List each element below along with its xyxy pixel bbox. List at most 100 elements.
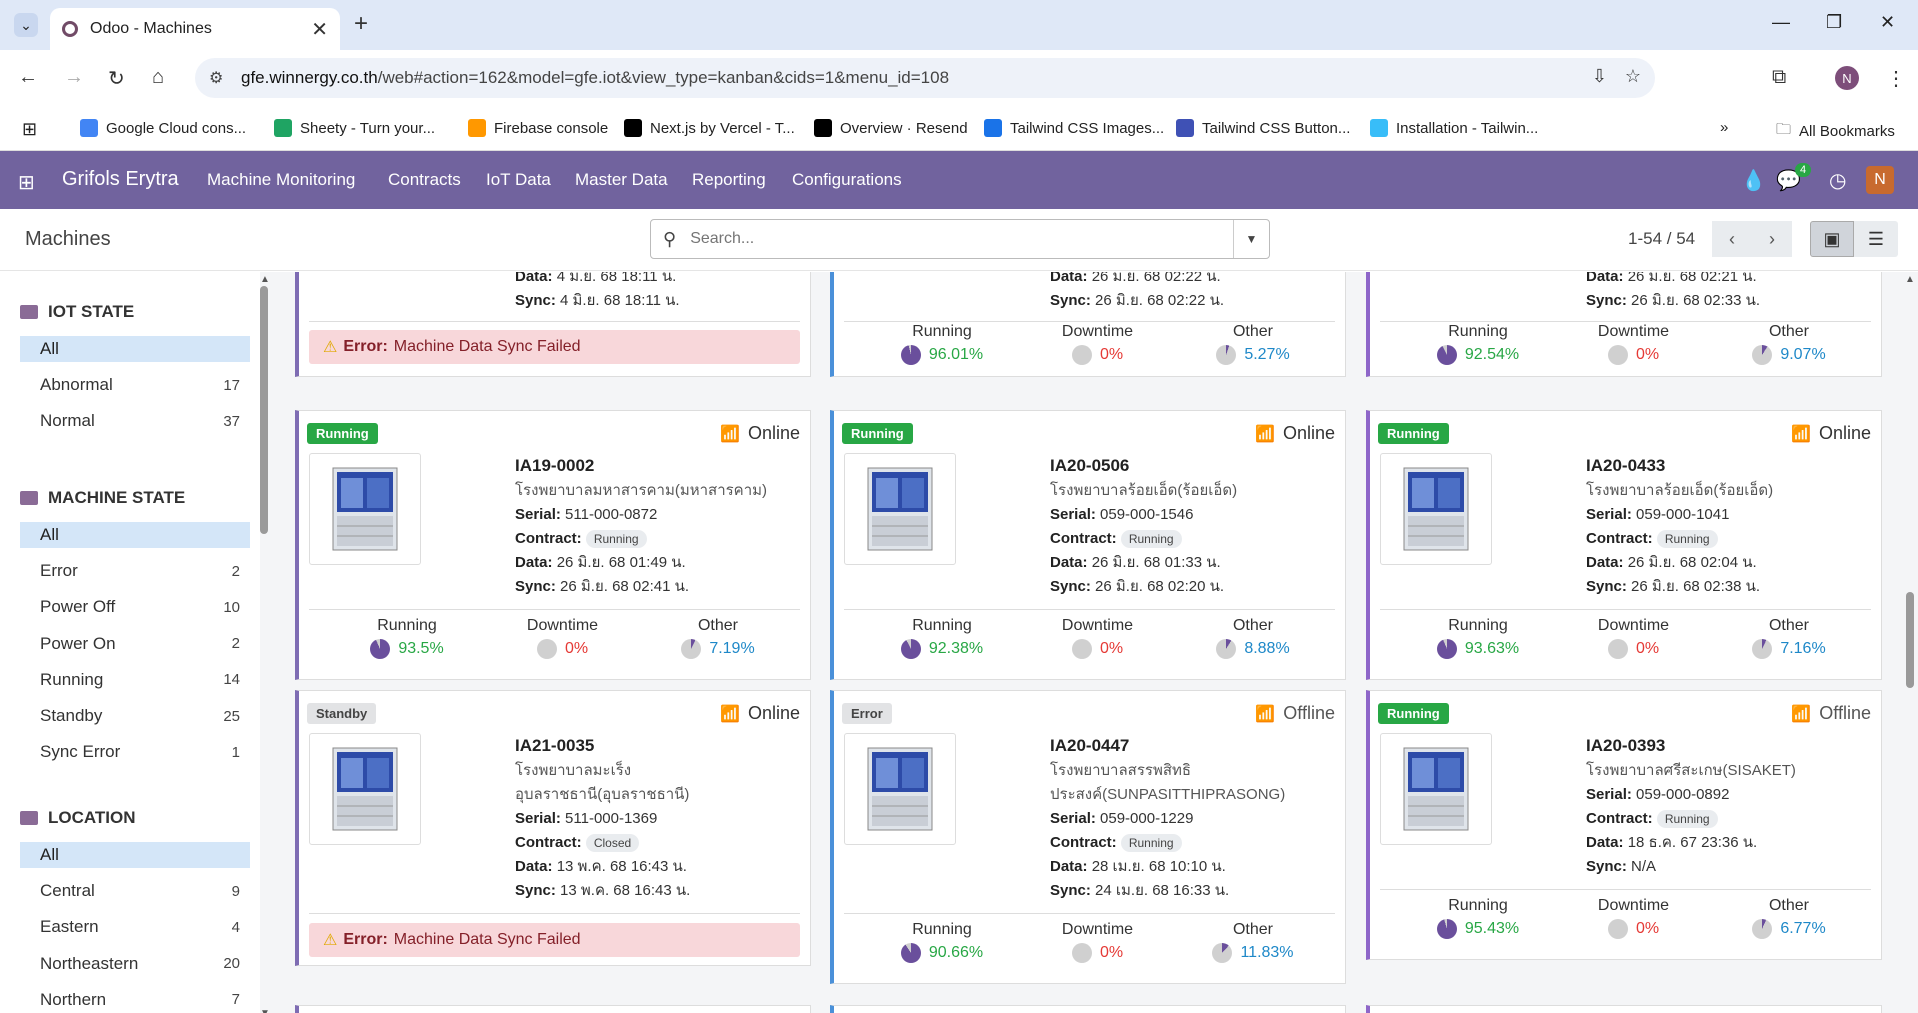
stat-label: Running [912,323,972,340]
menu-iot-data[interactable]: IoT Data [486,170,551,190]
data-label: Data: [1050,272,1088,285]
install-app-icon[interactable]: ⇩ [1592,66,1607,87]
filter-item[interactable]: Power Off 10 [20,594,250,620]
serial-row: Serial: 059-000-1041 [1586,503,1876,527]
menu-machine-monitoring[interactable]: Machine Monitoring [207,170,355,190]
restore-icon[interactable]: ❐ [1826,12,1842,33]
more-bookmarks-icon[interactable]: » [1720,119,1728,136]
scroll-up-icon[interactable]: ▲ [260,274,270,285]
machine-card[interactable]: Running 📶 Online IA20-0506 โรงพยาบาลร้อยเอ็ด… [830,410,1346,680]
filter-item[interactable]: Error 2 [20,558,250,584]
stat-other: Other 7.16% [1719,617,1859,659]
filter-item[interactable]: Eastern 4 [20,914,250,940]
home-icon[interactable]: ⌂ [152,66,164,89]
machine-card[interactable]: Data: 26 มิ.ย. 68 02:21 น. Sync: 26 มิ.ย.… [1366,272,1882,377]
filter-item[interactable]: Northeastern 20 [20,951,250,977]
search-options-toggle-icon[interactable]: ▼ [1233,220,1269,258]
browser-menu-icon[interactable]: ⋮ [1886,66,1906,91]
brand-name[interactable]: Grifols Erytra [62,168,179,191]
url-field[interactable]: ⚙ gfe.winnergy.co.th/web#action=162&mode… [195,58,1655,98]
stat-downtime: Downtime 0% [1028,323,1168,365]
menu-contracts[interactable]: Contracts [388,170,461,190]
apps-grid-icon[interactable]: ⊞ [22,119,37,140]
menu-master-data[interactable]: Master Data [575,170,668,190]
filter-item[interactable]: Central 9 [20,878,250,904]
menu-configurations[interactable]: Configurations [792,170,902,190]
bookmark-item[interactable]: Installation - Tailwin... [1370,119,1538,137]
user-avatar[interactable]: N [1866,166,1894,194]
sidebar-scroll-thumb[interactable] [260,286,268,534]
drop-icon[interactable]: 💧 [1741,168,1766,193]
new-tab-icon[interactable]: + [354,10,368,38]
app-menu-icon[interactable]: ⊞ [18,170,35,195]
bookmark-item[interactable]: Tailwind CSS Images... [984,119,1164,137]
bookmark-favicon-icon [1176,119,1194,137]
forward-icon[interactable]: → [64,66,84,89]
filter-item[interactable]: Sync Error 1 [20,739,250,765]
bookmark-item[interactable]: Firebase console [468,119,608,137]
machine-card[interactable] [295,1005,811,1013]
bookmark-favicon-icon [80,119,98,137]
machine-card[interactable]: Data: 4 มิ.ย. 68 18:11 น. Sync: 4 มิ.ย. 6… [295,272,811,377]
browser-tab[interactable]: Odoo - Machines ✕ [50,8,340,50]
filter-item[interactable]: Northern 7 [20,987,250,1013]
sync-row: Sync: 13 พ.ค. 68 16:43 น. [515,879,805,903]
filter-item[interactable]: All [20,842,250,868]
machine-card[interactable] [830,1005,1346,1013]
close-window-icon[interactable]: ✕ [1880,12,1895,33]
machine-card[interactable]: Standby 📶 Online IA21-0035 โรงพยาบาลมะเร็งอุ… [295,690,811,966]
list-view-icon[interactable]: ☰ [1854,221,1898,257]
activity-clock-icon[interactable]: ◷ [1829,168,1846,193]
menu-reporting[interactable]: Reporting [692,170,766,190]
stat-downtime: Downtime 0% [1564,617,1704,659]
filter-item[interactable]: Normal 37 [20,408,250,434]
pager-value[interactable]: 1-54 / 54 [1628,229,1695,249]
close-tab-icon[interactable]: ✕ [311,17,328,42]
extensions-icon[interactable]: ⧉ [1772,66,1786,89]
main-scroll-up-icon[interactable]: ▲ [1905,274,1915,285]
bookmark-item[interactable]: Next.js by Vercel - T... [624,119,795,137]
filter-item[interactable]: Abnormal 17 [20,372,250,398]
bookmark-label: Sheety - Turn your... [300,119,436,137]
card-info: IA20-0447 โรงพยาบาลสรรพสิทธิประสงค์(SUNPA… [1050,733,1340,903]
data-value: 28 เม.ย. 68 10:10 น. [1091,858,1226,875]
main-content: IOT STATE All Abnormal 17 Normal 37 MACHINE ST… [0,272,1918,1013]
filter-item[interactable]: Standby 25 [20,703,250,729]
minimize-icon[interactable]: — [1772,12,1790,33]
main-scroll-thumb[interactable] [1906,592,1914,688]
filter-item[interactable]: Power On 2 [20,631,250,657]
main-scrollbar[interactable]: ▲ [1902,272,1918,1013]
bookmarks-bar: ⊞ Google Cloud cons... Sheety - Turn your… [0,107,1918,151]
bookmark-item[interactable]: Google Cloud cons... [80,119,246,137]
bookmark-item[interactable]: Overview · Resend [814,119,968,137]
kanban-view-icon[interactable]: ▣ [1810,221,1854,257]
machine-card[interactable]: Running 📶 Online IA19-0002 โรงพยาบาลมหาสารคา… [295,410,811,680]
filter-label: Standby [40,706,103,725]
bookmark-star-icon[interactable]: ☆ [1625,66,1641,87]
machine-card[interactable]: Running 📶 Offline IA20-0393 โรงพยาบาลศรีสะเก… [1366,690,1882,960]
filter-item[interactable]: All [20,336,250,362]
scroll-down-icon[interactable]: ▼ [260,1008,270,1013]
site-info-icon[interactable]: ⚙ [209,68,223,88]
tab-search-icon[interactable]: ⌄ [14,13,38,37]
pager-next-icon[interactable]: › [1752,221,1792,257]
pager-previous-icon[interactable]: ‹ [1712,221,1752,257]
all-bookmarks[interactable]: 🗀 All Bookmarks [1776,119,1895,144]
search-input[interactable] [690,230,1211,248]
machine-image [325,744,405,834]
profile-avatar[interactable]: N [1835,66,1859,90]
stat-value: 92.38% [928,640,984,657]
machine-card[interactable]: Error 📶 Offline IA20-0447 โรงพยาบาลสรรพสิทธิ… [830,690,1346,984]
machine-card[interactable]: Running 📶 Online IA20-0433 โรงพยาบาลร้อยเอ็ด… [1366,410,1882,680]
filter-item[interactable]: All [20,522,250,548]
machine-card[interactable] [1366,1005,1882,1013]
reload-icon[interactable]: ↻ [108,66,125,91]
data-row: Data: 28 เม.ย. 68 10:10 น. [1050,855,1340,879]
bookmark-item[interactable]: Sheety - Turn your... [274,119,435,137]
bookmark-item[interactable]: Tailwind CSS Button... [1176,119,1350,137]
sidebar-scrollbar[interactable]: ▲ ▼ [260,274,270,1013]
connection-label: Offline [1283,703,1335,723]
back-icon[interactable]: ← [18,66,38,89]
machine-card[interactable]: Data: 26 มิ.ย. 68 02:22 น. Sync: 26 มิ.ย.… [830,272,1346,377]
filter-item[interactable]: Running 14 [20,667,250,693]
